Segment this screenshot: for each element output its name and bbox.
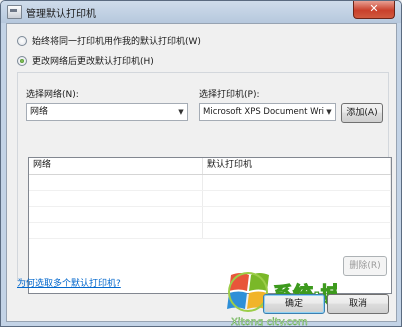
close-button[interactable]: ✕ <box>353 1 395 19</box>
list-row <box>29 191 391 207</box>
option-always-same-label: 始终将同一打印机用作我的默认打印机(W) <box>32 37 201 47</box>
ok-button[interactable]: 确定 <box>263 294 325 314</box>
list-header: 网络 默认打印机 <box>29 158 391 175</box>
radio-always-same[interactable] <box>17 35 27 46</box>
option-change-with-network[interactable]: 更改网络后更改默认打印机(H) <box>17 54 154 67</box>
title-bar[interactable]: 管理默认打印机 ✕ <box>1 1 401 23</box>
window-title: 管理默认打印机 <box>26 9 96 20</box>
list-row <box>29 207 391 223</box>
dropdown-arrow-icon: ▼ <box>326 108 332 116</box>
list-row <box>29 223 391 239</box>
column-header-default-printer[interactable]: 默认打印机 <box>203 158 391 174</box>
help-link[interactable]: 为何选取多个默认打印机? <box>17 276 121 289</box>
remove-button[interactable]: 删除(R) <box>343 256 387 276</box>
network-dropdown-value: 网络 <box>30 107 49 117</box>
printer-app-icon <box>7 5 22 19</box>
network-dropdown[interactable]: 网络 ▼ <box>26 103 188 121</box>
network-printer-list[interactable]: 网络 默认打印机 <box>28 157 392 294</box>
dialog-body: 始终将同一打印机用作我的默认打印机(W) 更改网络后更改默认打印机(H) 选择网… <box>6 23 397 326</box>
add-button[interactable]: 添加(A) <box>341 103 383 123</box>
dialog-window: 管理默认打印机 ✕ 始终将同一打印机用作我的默认打印机(W) 更改网络后更改默认… <box>0 0 402 327</box>
close-icon: ✕ <box>369 2 379 15</box>
radio-change-with-network[interactable] <box>17 55 27 66</box>
list-row <box>29 175 391 191</box>
printer-dropdown[interactable]: Microsoft XPS Document Wri ▼ <box>199 103 336 121</box>
column-header-network[interactable]: 网络 <box>29 158 203 174</box>
network-printer-group: 选择网络(N): 网络 ▼ 选择打印机(P): Microsoft XPS Do… <box>17 72 392 294</box>
option-always-same-printer[interactable]: 始终将同一打印机用作我的默认打印机(W) <box>17 34 201 47</box>
printer-dropdown-value: Microsoft XPS Document Wri <box>203 107 325 117</box>
option-change-with-network-label: 更改网络后更改默认打印机(H) <box>32 57 154 67</box>
watermark-domain-text: Xitong city.com <box>231 317 308 327</box>
dropdown-arrow-icon: ▼ <box>178 108 184 116</box>
printer-select-label: 选择打印机(P): <box>199 90 260 100</box>
network-select-label: 选择网络(N): <box>26 90 79 100</box>
cancel-button[interactable]: 取消 <box>327 294 389 314</box>
